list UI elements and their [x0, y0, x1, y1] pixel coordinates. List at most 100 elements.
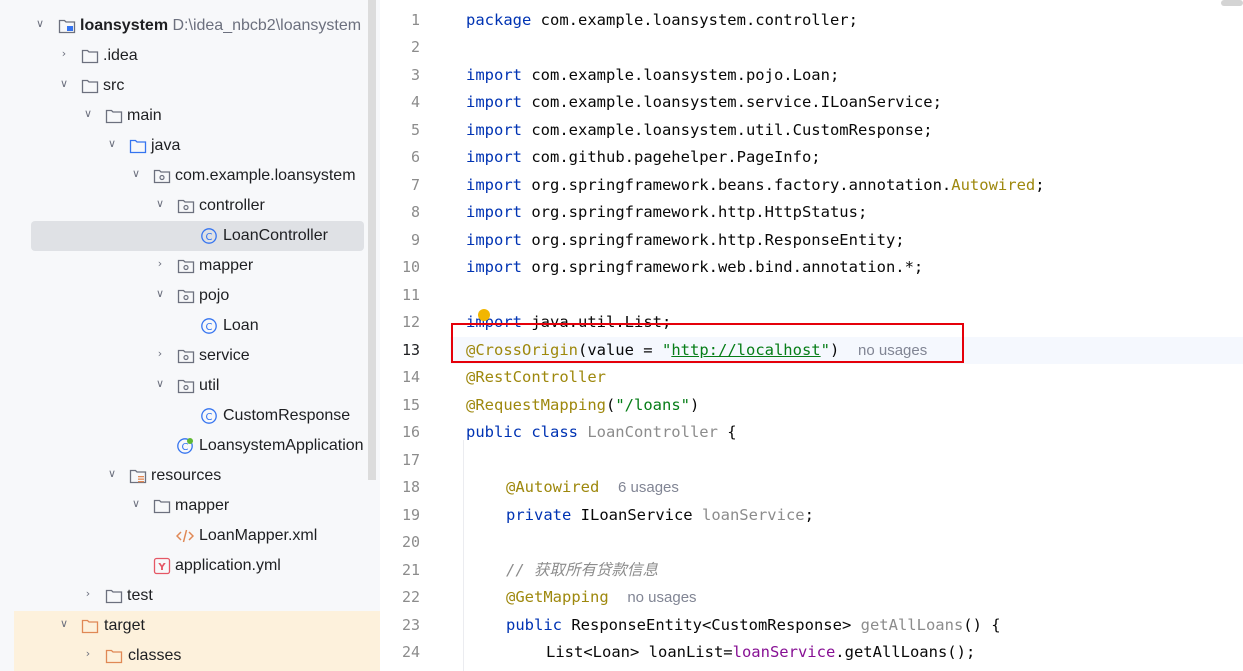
code-line[interactable]: import com.example.loansystem.service.IL…: [466, 89, 942, 117]
code-line[interactable]: @GetMapping no usages: [506, 584, 697, 612]
code-line[interactable]: @RequestMapping("/loans"): [466, 392, 699, 420]
code-line[interactable]: // 获取所有贷款信息: [506, 557, 658, 585]
usages-hint[interactable]: no usages: [627, 589, 696, 606]
code-line[interactable]: @RestController: [466, 364, 606, 392]
chevron-down-icon[interactable]: ∨: [57, 617, 71, 631]
tree-label: util: [199, 377, 220, 394]
chevron-right-icon[interactable]: ›: [81, 647, 95, 661]
tree-row-loancontroller[interactable]: C LoanController: [0, 221, 366, 251]
chevron-down-icon[interactable]: ∨: [105, 467, 119, 481]
chevron-down-icon[interactable]: ∨: [81, 107, 95, 121]
code-line[interactable]: List<Loan> loanList=loanService.getAllLo…: [546, 639, 975, 667]
code-line[interactable]: import org.springframework.http.Response…: [466, 227, 905, 255]
source-folder-icon: [129, 137, 147, 155]
chevron-right-icon[interactable]: ›: [153, 257, 167, 271]
tree-row-application-yml[interactable]: Y application.yml: [0, 551, 366, 581]
line-number: 11: [401, 285, 420, 304]
tree-row-customresponse[interactable]: C CustomResponse: [0, 401, 366, 431]
chevron-down-icon[interactable]: ∨: [57, 77, 71, 91]
code-line[interactable]: import org.springframework.http.HttpStat…: [466, 199, 867, 227]
chevron-right-icon[interactable]: ›: [57, 47, 71, 61]
tree-row-resources-mapper[interactable]: ∨ mapper: [0, 491, 366, 521]
chevron-right-icon[interactable]: ›: [81, 587, 95, 601]
tree-row-idea[interactable]: › .idea: [0, 41, 366, 71]
usages-hint[interactable]: 6 usages: [618, 479, 679, 496]
lightbulb-icon[interactable]: [478, 309, 490, 321]
chevron-down-icon[interactable]: ∨: [153, 377, 167, 391]
tree-row-main[interactable]: ∨ main: [0, 101, 366, 131]
svg-text:C: C: [206, 322, 213, 333]
tree-label: controller: [199, 197, 265, 214]
code-line[interactable]: import org.springframework.beans.factory…: [466, 172, 1045, 200]
tree-label: Loan: [223, 317, 259, 334]
tree-row-service[interactable]: › service: [0, 341, 366, 371]
tree-row-classes[interactable]: › classes: [14, 641, 380, 671]
line-number: 21: [401, 560, 420, 579]
class-icon: C: [200, 317, 218, 335]
tree-label: CustomResponse: [223, 407, 351, 424]
package-icon: [177, 197, 195, 215]
svg-text:C: C: [206, 412, 213, 423]
code-line[interactable]: public class LoanController {: [466, 419, 737, 447]
tree-row-controller[interactable]: ∨ controller: [0, 191, 366, 221]
tree-label: service: [199, 347, 250, 364]
line-number: 17: [401, 450, 420, 469]
code-line[interactable]: package com.example.loansystem.controlle…: [466, 7, 858, 35]
chevron-down-icon[interactable]: ∨: [129, 167, 143, 181]
tree-row-loan[interactable]: C Loan: [0, 311, 366, 341]
tree-row-resources[interactable]: ∨ resources: [0, 461, 366, 491]
code-line[interactable]: import org.springframework.web.bind.anno…: [466, 254, 923, 282]
package-icon: [177, 287, 195, 305]
code-comment: // 获取所有贷款信息: [506, 560, 658, 579]
chevron-down-icon[interactable]: ∨: [153, 287, 167, 301]
tree-label: classes: [128, 647, 182, 664]
tree-row-pojo[interactable]: ∨ pojo: [0, 281, 366, 311]
folder-icon: [81, 77, 99, 95]
svg-text:Y: Y: [157, 562, 166, 573]
line-number: 7: [410, 175, 420, 194]
line-number: 2: [410, 38, 420, 56]
tree-label: target: [104, 617, 145, 634]
tree-row-java[interactable]: ∨ java: [0, 131, 366, 161]
chevron-down-icon[interactable]: ∨: [105, 137, 119, 151]
line-number: 12: [401, 313, 420, 331]
chevron-right-icon[interactable]: ›: [153, 347, 167, 361]
package-icon: [177, 347, 195, 365]
line-number: 10: [401, 258, 420, 276]
editor-scrollbar[interactable]: [1221, 0, 1243, 6]
tree-label: main: [127, 107, 162, 124]
tree-label: LoansystemApplication: [199, 437, 364, 454]
tree-row-target[interactable]: ∨ target: [14, 611, 380, 641]
chevron-down-icon[interactable]: ∨: [33, 17, 47, 31]
sidebar-scrollbar[interactable]: [368, 0, 376, 480]
code-line[interactable]: import com.example.loansystem.pojo.Loan;: [466, 62, 839, 90]
code-line[interactable]: import com.example.loansystem.util.Custo…: [466, 117, 933, 145]
folder-icon: [153, 497, 171, 515]
line-number: 16: [401, 423, 420, 441]
line-number: 6: [410, 148, 420, 166]
line-number: 23: [401, 615, 420, 634]
tree-row-mapper[interactable]: › mapper: [0, 251, 366, 281]
tree-row-package[interactable]: ∨ com.example.loansystem: [0, 161, 366, 191]
project-root-name: loansystem: [80, 17, 169, 34]
module-folder-icon: [58, 17, 76, 35]
chevron-down-icon[interactable]: ∨: [129, 497, 143, 511]
tree-row-root[interactable]: ∨ loansystem D:\idea_nbcb2\loansystem: [0, 11, 366, 41]
folder-icon: [105, 587, 123, 605]
code-line[interactable]: @Autowired 6 usages: [506, 474, 679, 502]
chevron-down-icon[interactable]: ∨: [153, 197, 167, 211]
code-line[interactable]: private ILoanService loanService;: [506, 502, 814, 530]
code-line[interactable]: public ResponseEntity<CustomResponse> ge…: [506, 612, 1001, 640]
excluded-folder-icon: [105, 647, 123, 665]
tree-row-loanmapper-xml[interactable]: LoanMapper.xml: [0, 521, 366, 551]
line-number: 9: [410, 230, 420, 249]
tree-row-util[interactable]: ∨ util: [0, 371, 366, 401]
line-number-current: 13: [401, 340, 420, 359]
code-line[interactable]: import com.github.pagehelper.PageInfo;: [466, 144, 821, 172]
svg-text:C: C: [206, 232, 213, 243]
tree-row-application[interactable]: C LoansystemApplication: [0, 431, 366, 461]
folder-icon: [105, 107, 123, 125]
tree-row-src[interactable]: ∨ src: [0, 71, 366, 101]
tree-label: pojo: [199, 287, 230, 304]
tree-row-test[interactable]: › test: [0, 581, 366, 611]
